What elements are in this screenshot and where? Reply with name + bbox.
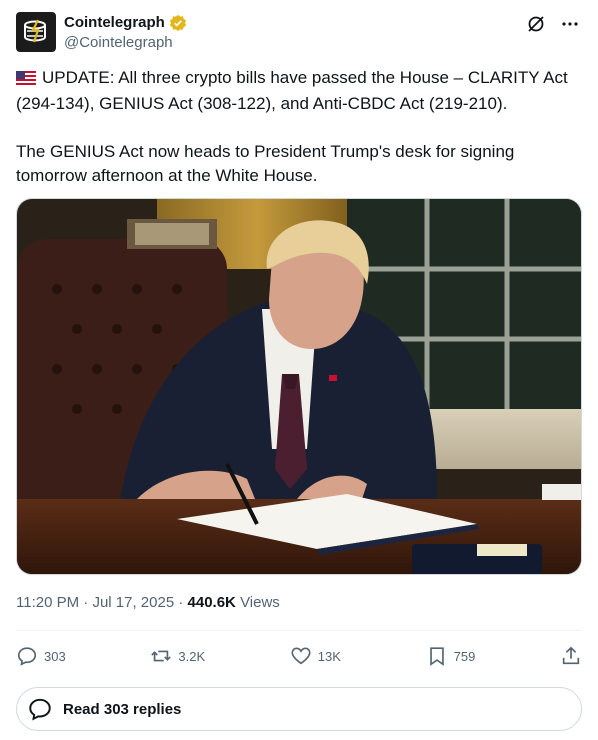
tweet-paragraph-1: UPDATE: All three crypto bills have pass… <box>15 66 582 116</box>
tweet-text: UPDATE: All three crypto bills have pass… <box>15 66 582 188</box>
divider-top <box>16 630 582 631</box>
read-replies-button[interactable]: Read 303 replies <box>16 687 582 731</box>
share-button[interactable] <box>560 645 582 667</box>
meta-separator-1: · <box>83 594 89 611</box>
like-button[interactable]: 13K <box>290 645 341 667</box>
bookmark-count: 759 <box>453 648 476 664</box>
reply-icon <box>17 647 37 666</box>
header-actions <box>524 12 582 36</box>
photo-signing-illustration <box>17 199 581 574</box>
us-flag-icon <box>15 68 37 92</box>
share-icon <box>562 646 580 665</box>
grok-icon[interactable] <box>524 12 548 36</box>
more-options-icon[interactable] <box>558 12 582 36</box>
tweet-time[interactable]: 11:20 PM <box>16 594 79 611</box>
tweet-paragraph-2: The GENIUS Act now heads to President Tr… <box>16 142 515 185</box>
tweet-metadata: 11:20 PM · Jul 17, 2025 · 440.6K Views <box>16 593 280 613</box>
verified-badge-icon <box>169 14 186 32</box>
tweet-header: Cointelegraph @Cointelegraph <box>16 12 582 56</box>
views-label: Views <box>240 594 280 611</box>
meta-separator-2: · <box>178 594 184 611</box>
repost-icon <box>151 650 172 662</box>
avatar[interactable] <box>16 12 56 52</box>
cointelegraph-logo-icon <box>24 19 46 43</box>
divider-bottom <box>16 681 582 682</box>
author-name-row[interactable]: Cointelegraph <box>64 13 187 33</box>
views-count[interactable]: 440.6K <box>188 594 236 611</box>
reply-button[interactable]: 303 <box>16 645 66 667</box>
chat-bubble-icon <box>29 698 51 721</box>
read-replies-label: Read 303 replies <box>63 700 182 718</box>
author-names: Cointelegraph @Cointelegraph <box>64 13 187 53</box>
tweet-photo[interactable] <box>16 198 582 575</box>
repost-button[interactable]: 3.2K <box>150 645 205 667</box>
bookmark-button[interactable]: 759 <box>426 645 476 667</box>
author-display-name[interactable]: Cointelegraph <box>64 13 165 33</box>
like-count: 13K <box>317 648 341 664</box>
reply-count: 303 <box>44 648 66 664</box>
tweet-date[interactable]: Jul 17, 2025 <box>92 594 174 611</box>
tweet-paragraph-1-text: UPDATE: All three crypto bills have pass… <box>16 68 568 113</box>
author-handle[interactable]: @Cointelegraph <box>64 33 187 53</box>
heart-icon <box>291 647 311 665</box>
tweet-actions-bar: 303 3.2K 13K 759 <box>16 642 582 670</box>
bookmark-icon <box>429 647 444 666</box>
repost-count: 3.2K <box>178 648 206 664</box>
